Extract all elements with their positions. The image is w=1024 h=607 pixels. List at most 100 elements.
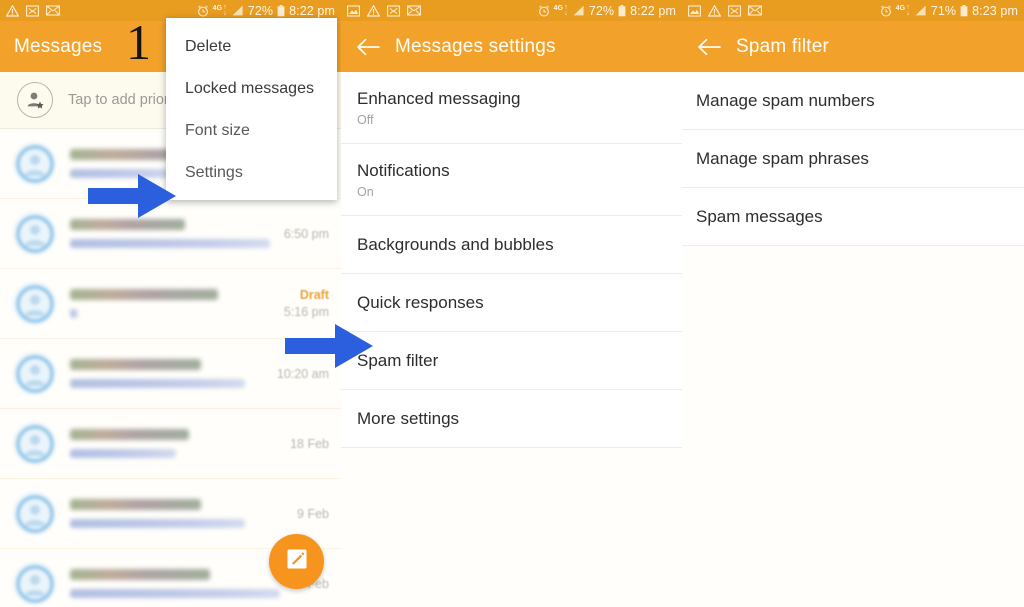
data-arrows-icon: ↑ ↓ [223,3,227,17]
panel-messages-settings: 4G ↑ ↓ 72% 8:22 pm Messages settings Enh… [341,0,682,607]
add-priority-sender-icon [17,82,53,118]
network-label: 4G [895,5,906,12]
warning-icon [708,4,721,17]
compose-message-icon [285,547,309,576]
timestamp: 6:50 pm [283,226,329,241]
status-bar-right: 4G ↑ ↓ 72% 8:22 pm [538,4,676,18]
alarm-icon [880,5,892,17]
status-bar-right: 4G ↑ ↓ 72% 8:22 pm [197,4,335,18]
avatar [13,282,56,325]
contact-name [70,429,189,440]
network-label: 4G [553,5,564,12]
panel-spam-filter: 4G ↑ ↓ 71% 8:23 pm Spam filter Manage sp… [682,0,1024,607]
list-item-text [70,429,282,458]
back-arrow-icon[interactable] [355,34,381,60]
setting-notifications[interactable]: Notifications On [341,144,682,216]
status-bar: 4G ↑ ↓ 72% 8:22 pm [341,0,682,21]
avatar [13,352,56,395]
setting-backgrounds-and-bubbles[interactable]: Backgrounds and bubbles [341,216,682,274]
setting-title: Notifications [357,161,450,180]
setting-title: Backgrounds and bubbles [357,235,554,254]
wifi-icon [26,4,39,17]
menu-item-settings[interactable]: Settings [166,152,337,194]
data-arrows-icon: ↑ ↓ [564,3,568,17]
signal-bars-icon [914,5,927,16]
status-bar-left-icons [688,4,762,17]
back-arrow-icon[interactable] [696,34,722,60]
setting-title: Manage spam numbers [696,91,875,110]
settings-list: Manage spam numbers Manage spam phrases … [682,72,1024,246]
list-item-meta: 9 Feb [297,507,329,521]
avatar [13,212,56,255]
setting-manage-spam-numbers[interactable]: Manage spam numbers [682,72,1024,130]
list-item[interactable]: 6:50 pm [0,199,341,269]
page-title: Spam filter [736,35,830,57]
list-item[interactable]: 10:20 am [0,339,341,409]
message-preview [70,309,79,318]
setting-spam-messages[interactable]: Spam messages [682,188,1024,246]
wifi-icon [728,4,741,17]
list-item-text [70,219,276,248]
page-title: Messages [14,35,103,57]
avatar [13,422,56,465]
list-item[interactable]: 18 Feb [0,409,341,479]
battery-percent: 71% [930,3,957,18]
message-preview [70,449,177,458]
network-label: 4G [212,5,223,12]
contact-name [70,289,219,300]
envelope-icon [407,5,421,16]
status-bar: 4G ↑ ↓ 71% 8:23 pm [682,0,1024,21]
setting-spam-filter[interactable]: Spam filter [341,332,682,390]
timestamp: 9 Feb [297,506,329,521]
app-bar: Messages settings [341,21,682,72]
message-preview [70,379,245,388]
signal-bars-icon [572,5,585,16]
app-bar: Spam filter [682,21,1024,72]
avatar [13,492,56,535]
setting-value: On [357,185,374,199]
battery-icon [277,4,285,17]
status-bar-left-icons [347,4,421,17]
setting-quick-responses[interactable]: Quick responses [341,274,682,332]
list-item[interactable]: Draft 5:16 pm [0,269,341,339]
menu-item-font-size[interactable]: Font size [166,110,337,152]
setting-title: Manage spam phrases [696,149,869,168]
setting-title: Quick responses [357,293,484,312]
overflow-menu[interactable]: Delete Locked messages Font size Setting… [166,18,337,200]
list-item-text [70,359,269,388]
menu-item-locked-messages[interactable]: Locked messages [166,68,337,110]
timestamp: 10:20 am [276,366,329,381]
contact-name [70,219,186,230]
clock-time: 8:22 pm [289,3,335,18]
panel-messages-list: 4G ↑ ↓ 72% 8:22 pm Messages Tap to add pr… [0,0,341,607]
draft-badge: Draft [299,288,329,302]
clock-time: 8:23 pm [972,3,1018,18]
list-item-meta: 18 Feb [290,437,329,451]
priority-senders-label: Tap to add priorit [68,92,177,108]
clock-time: 8:22 pm [630,3,676,18]
contact-name [70,359,202,370]
envelope-icon [46,5,60,16]
list-item-meta: Draft 5:16 pm [284,288,329,319]
setting-more-settings[interactable]: More settings [341,390,682,448]
alarm-icon [197,5,209,17]
signal-bars-icon [231,5,244,16]
message-preview [70,239,270,248]
battery-percent: 72% [247,3,274,18]
message-preview [70,169,178,178]
list-item-text [70,289,276,318]
list-item-meta: 10:20 am [277,367,329,381]
data-arrows-icon: ↑ ↓ [906,3,910,17]
setting-enhanced-messaging[interactable]: Enhanced messaging Off [341,72,682,144]
compose-message-button[interactable] [269,534,324,589]
screenshot-triptych: 4G ↑ ↓ 72% 8:22 pm Messages Tap to add pr… [0,0,1024,607]
list-item-meta: 6:50 pm [284,227,329,241]
timestamp: 18 Feb [290,436,329,451]
menu-item-delete[interactable]: Delete [166,26,337,68]
setting-manage-spam-phrases[interactable]: Manage spam phrases [682,130,1024,188]
wifi-icon [387,4,400,17]
status-bar-left-icons [6,4,60,17]
page-title: Messages settings [395,35,556,57]
battery-percent: 72% [588,3,615,18]
list-item-text [70,569,289,598]
